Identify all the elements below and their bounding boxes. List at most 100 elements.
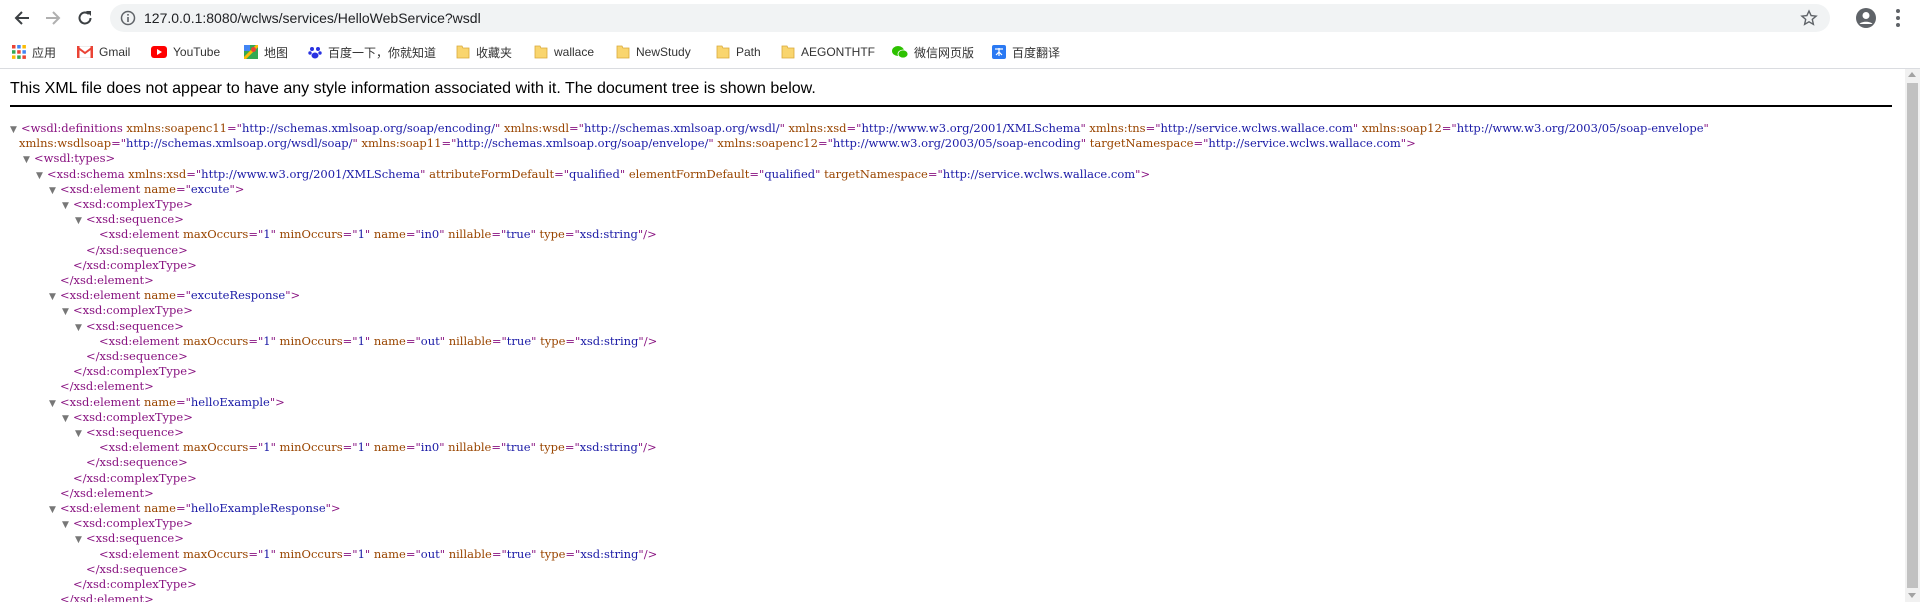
xml-tag-text: =": [248, 440, 264, 455]
xml-tag-text: </xsd:complexType>: [73, 470, 197, 485]
info-icon[interactable]: [120, 10, 136, 31]
xml-line: </xsd:complexType>: [62, 577, 197, 592]
xml-tag-text: "/>: [638, 333, 658, 348]
bookmark-star-icon[interactable]: [1800, 9, 1818, 32]
bookmark-label: 收藏夹: [476, 45, 513, 60]
scroll-up-arrow-icon[interactable]: [1908, 72, 1916, 77]
xml-attr-value: 1: [357, 546, 365, 561]
xml-attr-name: name: [143, 501, 176, 515]
xml-tag-text: <xsd:complexType>: [73, 516, 193, 531]
collapse-toggle-icon[interactable]: ▼: [49, 290, 60, 305]
bookmark-label: 百度一下，你就知道: [328, 45, 437, 60]
collapse-toggle-icon[interactable]: ▼: [62, 305, 73, 320]
bookmark-wechat[interactable]: 微信网页版: [892, 42, 974, 62]
bookmark-baidu[interactable]: 百度一下，你就知道: [308, 42, 436, 62]
collapse-toggle-icon[interactable]: ▼: [75, 533, 86, 548]
back-button[interactable]: [10, 6, 34, 30]
xml-line: <xsd:element maxOccurs="1" minOccurs="1"…: [88, 227, 657, 242]
collapse-toggle-icon[interactable]: ▼: [62, 199, 73, 214]
collapse-toggle-icon[interactable]: ▼: [62, 412, 73, 427]
xml-line: ▼ <xsd:element name="helloExampleResponse…: [49, 501, 341, 516]
xml-attr-name: maxOccurs: [182, 227, 249, 242]
xml-tag-text: =": [569, 121, 584, 135]
bookmark-label: 地图: [264, 45, 289, 60]
bookmark-apps[interactable]: 应用: [12, 42, 56, 62]
xml-attr-value: http://www.w3.org/2003/05/soap-encoding: [832, 136, 1081, 151]
xml-tag-text: ": [619, 166, 629, 181]
bookmark-maps[interactable]: 地图: [244, 42, 288, 62]
xml-line: </xsd:complexType>: [62, 258, 197, 273]
xml-line: ▼ <xsd:complexType>: [62, 303, 193, 318]
xml-tag-text: ": [270, 227, 280, 242]
bookmark-baidu-translate[interactable]: 百度翻译: [992, 42, 1060, 62]
arrow-left-icon: [14, 11, 29, 25]
xml-attr-name: nillable: [448, 546, 492, 561]
xml-tag-text: <wsdl:types>: [34, 151, 116, 166]
collapse-toggle-icon[interactable]: ▼: [36, 169, 47, 184]
menu-dots-icon[interactable]: [1888, 7, 1908, 34]
bookmark-folder-newstudy[interactable]: NewStudy: [616, 42, 691, 62]
scroll-down-arrow-icon[interactable]: [1908, 593, 1916, 598]
xml-tag-text: <xsd:element: [60, 394, 144, 409]
scrollbar-thumb[interactable]: [1907, 83, 1918, 588]
bookmark-folder-aegonthtf[interactable]: AEGONTHTF: [781, 42, 875, 62]
xml-tag-text: ": [270, 546, 280, 561]
collapse-toggle-icon[interactable]: ▼: [62, 518, 73, 533]
xml-line: </xsd:sequence>: [75, 243, 188, 258]
baidu-icon: [308, 47, 322, 59]
collapse-toggle-icon[interactable]: ▼: [49, 503, 60, 518]
xml-attr-value: helloExample: [190, 394, 270, 409]
collapse-toggle-icon[interactable]: ▼: [75, 321, 86, 336]
vertical-scrollbar[interactable]: [1905, 69, 1920, 602]
collapse-toggle-icon[interactable]: ▼: [49, 397, 60, 412]
apps-grid-icon: [12, 45, 26, 59]
reload-button[interactable]: [73, 6, 97, 30]
forward-button[interactable]: [41, 6, 65, 30]
xml-line: </xsd:sequence>: [75, 562, 188, 577]
xml-attr-name: maxOccurs: [182, 546, 249, 561]
xml-tag-text: =": [564, 227, 580, 242]
xml-attr-value: http://schemas.xmlsoap.org/soap/encoding…: [241, 121, 496, 135]
collapse-toggle-icon[interactable]: ▼: [49, 184, 60, 199]
xml-attr-name: maxOccurs: [182, 440, 249, 455]
xml-line: <xsd:element maxOccurs="1" minOccurs="1"…: [88, 547, 657, 562]
collapse-toggle-icon[interactable]: ▼: [75, 214, 86, 229]
xml-line: </xsd:element>: [49, 273, 154, 288]
xml-tag-text: ": [420, 166, 430, 181]
bookmark-label: AEGONTHTF: [801, 45, 875, 59]
collapse-toggle-icon[interactable]: ▼: [23, 153, 34, 168]
xml-attr-value: xsd:string: [579, 440, 638, 455]
xml-tag-text: =": [111, 136, 127, 151]
profile-avatar-icon[interactable]: [1854, 6, 1878, 35]
xml-tag-text: ": [439, 546, 449, 561]
xml-tag-text: </xsd:sequence>: [86, 242, 188, 257]
xml-tag-text: <xsd:sequence>: [86, 318, 184, 333]
collapse-toggle-icon[interactable]: ▼: [75, 427, 86, 442]
xml-tag-text: </xsd:complexType>: [73, 577, 197, 591]
address-bar[interactable]: 127.0.0.1:8080/wclws/services/HelloWebSe…: [110, 4, 1830, 32]
bookmark-label: Path: [736, 45, 761, 59]
xml-attr-name: minOccurs: [279, 440, 343, 455]
xml-tag-text: <xsd:element: [99, 333, 183, 348]
bookmark-gmail[interactable]: Gmail: [77, 42, 130, 62]
xml-tag-text: ": [531, 333, 541, 348]
xml-tag-text: </xsd:element>: [60, 273, 154, 287]
xml-attr-name: xmlns:xsd: [788, 121, 847, 135]
xml-tag-text: </xsd:sequence>: [86, 455, 188, 470]
xml-line: ▼ <xsd:complexType>: [62, 516, 193, 531]
xml-tag-text: ": [531, 546, 541, 561]
xml-attr-value: in0: [420, 440, 440, 455]
bookmark-folder-wallace[interactable]: wallace: [534, 42, 594, 62]
bookmark-folder-favorites[interactable]: 收藏夹: [456, 42, 512, 62]
bookmark-youtube[interactable]: YouTube: [151, 42, 220, 62]
wechat-icon: [892, 46, 908, 59]
xml-tag-text: =": [342, 227, 358, 242]
bookmark-label: 百度翻译: [1012, 45, 1061, 60]
bookmark-folder-path[interactable]: Path: [716, 42, 761, 62]
xml-attr-value: xsd:string: [580, 333, 639, 348]
url-text[interactable]: 127.0.0.1:8080/wclws/services/HelloWebSe…: [144, 10, 481, 26]
xml-tag-text: </xsd:sequence>: [86, 561, 188, 576]
xml-tag-text: ": [439, 227, 449, 242]
xml-tag-text: =": [227, 121, 242, 135]
xml-tag-text: =": [564, 440, 580, 455]
